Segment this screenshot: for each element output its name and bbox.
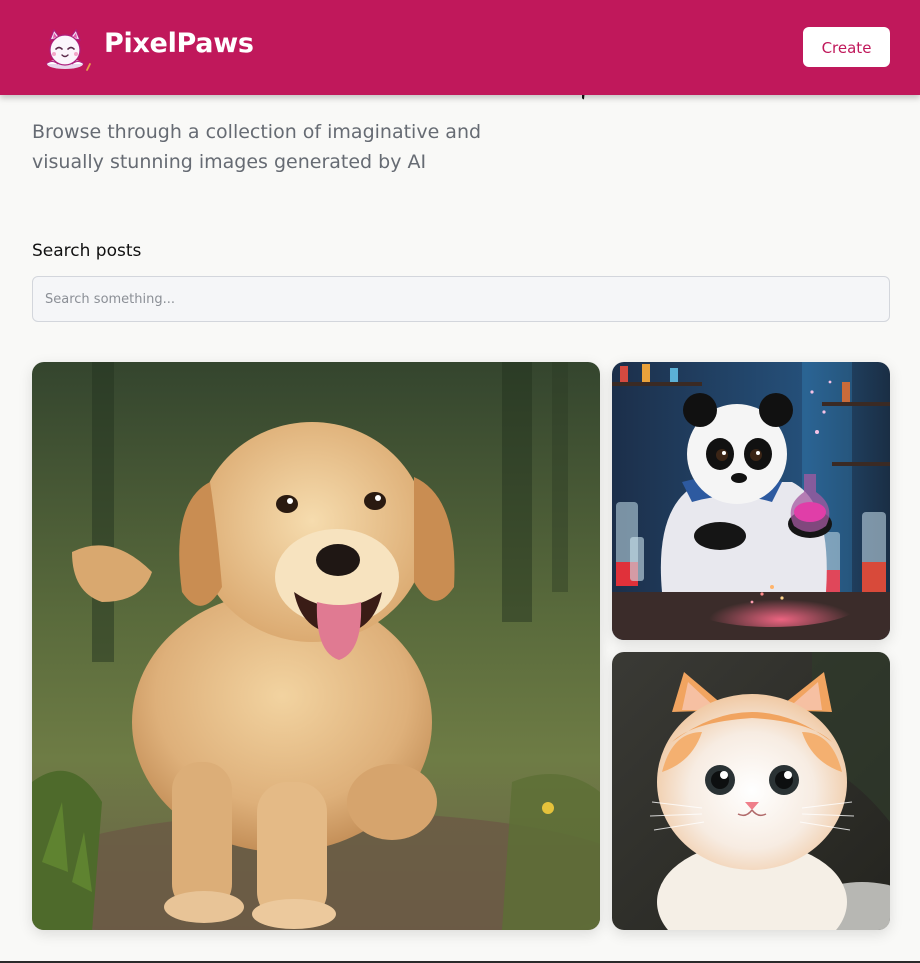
puppy-image xyxy=(32,362,600,930)
top-navbar: PixelPaws Create xyxy=(0,0,920,95)
cat-face-icon[interactable] xyxy=(40,26,96,74)
search-input[interactable] xyxy=(32,276,890,322)
post-card-puppy[interactable] xyxy=(32,362,600,930)
brand-name[interactable]: PixelPaws xyxy=(104,28,254,59)
post-card-panda[interactable] xyxy=(612,362,890,640)
panda-image xyxy=(612,362,890,640)
create-button[interactable]: Create xyxy=(803,27,890,67)
search-label: Search posts xyxy=(32,241,142,261)
kitten-image xyxy=(612,652,890,930)
post-card-kitten[interactable] xyxy=(612,652,890,930)
page-subtitle: Browse through a collection of imaginati… xyxy=(32,121,482,173)
